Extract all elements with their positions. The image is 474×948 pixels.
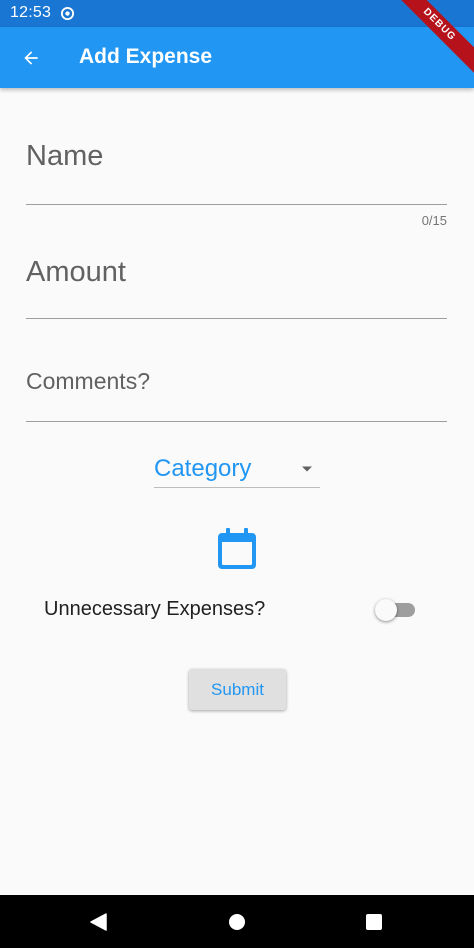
calendar-icon (218, 528, 256, 569)
unnecessary-expenses-label: Unnecessary Expenses? (44, 598, 266, 620)
comments-field-label: Comments? (26, 368, 150, 394)
amount-input[interactable]: Amount (26, 236, 447, 319)
dropdown-arrow-icon (302, 466, 312, 472)
home-circle-icon[interactable] (229, 914, 245, 930)
name-field-label: Name (26, 140, 104, 172)
calendar-button[interactable] (217, 527, 257, 571)
amount-field-label: Amount (26, 256, 126, 288)
category-dropdown[interactable]: Category (154, 450, 320, 488)
submit-button[interactable]: Submit (189, 669, 286, 710)
category-dropdown-label: Category (154, 455, 252, 482)
back-triangle-icon[interactable] (90, 913, 107, 931)
toggle-thumb (375, 599, 397, 621)
unnecessary-expenses-toggle[interactable] (375, 598, 417, 622)
comments-input[interactable]: Comments? (26, 352, 447, 422)
status-bar: 12:53 (0, 0, 474, 27)
sync-icon (60, 6, 75, 21)
page-title: Add Expense (79, 45, 213, 68)
system-nav-bar (0, 895, 474, 948)
name-char-counter: 0/15 (421, 213, 447, 228)
name-input[interactable]: Name (26, 120, 447, 205)
app-bar: Add Expense (0, 27, 474, 88)
arrow-back-icon (24, 51, 38, 65)
status-time: 12:53 (10, 4, 52, 21)
recents-square-icon[interactable] (366, 914, 382, 930)
back-button[interactable] (12, 39, 50, 77)
